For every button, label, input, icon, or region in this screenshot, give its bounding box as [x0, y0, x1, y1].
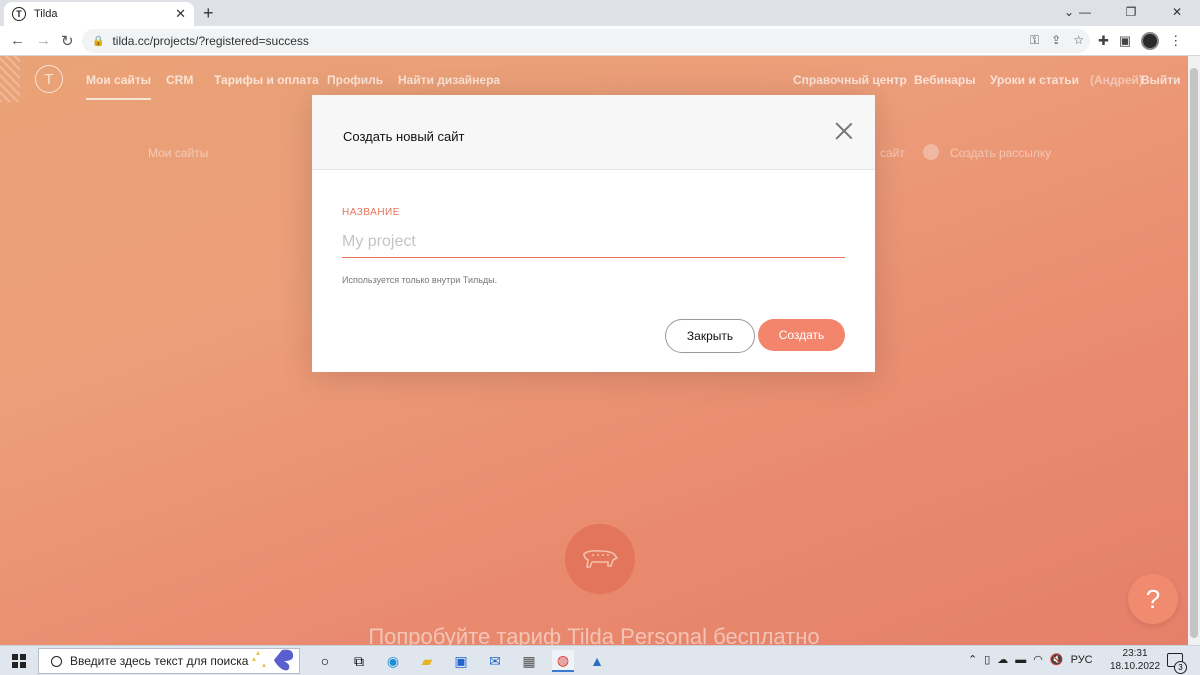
search-icon	[51, 655, 62, 667]
browser-tab[interactable]: T Tilda ✕	[4, 2, 194, 26]
tilda-logo-icon[interactable]: T	[35, 65, 63, 93]
edge-browser-icon[interactable]: ◉	[382, 650, 404, 672]
extension-area: ✚ ▣ ⋮	[1098, 32, 1182, 50]
taskbar-search-placeholder: Введите здесь текст для поиска	[70, 654, 249, 668]
forward-arrow-icon[interactable]: →	[36, 32, 51, 49]
mail-icon[interactable]: ✉	[484, 650, 506, 672]
side-panel-icon[interactable]: ▣	[1119, 33, 1131, 49]
nav-my-sites[interactable]: Мои сайты	[86, 73, 152, 100]
photos-icon[interactable]: ▲	[586, 650, 608, 672]
browser-menu-icon[interactable]: ⋮	[1169, 33, 1182, 49]
address-bar[interactable]: 🔒 tilda.cc/projects/?registered=success …	[82, 29, 1090, 53]
modal-title: Создать новый сайт	[343, 129, 465, 144]
taskbar-apps: ○ ⧉ ◉ ▰ ▣ ✉ ▦ ◍ ▲	[314, 650, 608, 672]
help-button[interactable]: ?	[1128, 574, 1178, 624]
window-controls: — ❐ ✕	[1062, 0, 1200, 26]
tray-app-icon[interactable]: ▯	[984, 653, 990, 666]
nav-profile[interactable]: Профиль	[327, 73, 383, 87]
site-name-hint: Используется только внутри Тильды.	[342, 275, 498, 285]
nav-find-designer[interactable]: Найти дизайнера	[398, 73, 500, 87]
windows-taskbar: Введите здесь текст для поиска ○ ⧉ ◉ ▰ ▣…	[0, 645, 1200, 675]
leopard-icon	[565, 524, 635, 594]
windows-start-icon[interactable]	[12, 654, 26, 668]
butterfly-illustration-icon	[252, 649, 294, 671]
task-view-icon[interactable]: ⧉	[348, 650, 370, 672]
taskbar-clock[interactable]: 23:31 18.10.2022	[1110, 647, 1160, 673]
close-icon[interactable]	[835, 122, 853, 140]
subnav-my-sites[interactable]: Мои сайты	[148, 146, 208, 160]
restore-button[interactable]: ❐	[1108, 0, 1154, 24]
notification-badge: 3	[1174, 661, 1187, 674]
url-text: tilda.cc/projects/?registered=success	[112, 34, 309, 48]
tab-close-icon[interactable]: ✕	[175, 6, 186, 22]
nav-username: (Андрей)	[1090, 73, 1143, 87]
back-arrow-icon[interactable]: ←	[10, 32, 25, 49]
create-button[interactable]: Создать	[758, 319, 845, 351]
browser-tabstrip: T Tilda ✕ + ⌄ — ❐ ✕	[0, 0, 1200, 26]
wifi-icon[interactable]: ◠	[1033, 653, 1043, 666]
create-site-modal: Создать новый сайт НАЗВАНИЕ Используется…	[312, 95, 875, 372]
close-button[interactable]: Закрыть	[665, 319, 755, 353]
extensions-puzzle-icon[interactable]: ✚	[1098, 33, 1109, 49]
browser-toolbar: ← → ↻ 🔒 tilda.cc/projects/?registered=su…	[0, 26, 1200, 56]
lock-icon: 🔒	[92, 35, 105, 47]
scrollbar-thumb[interactable]	[1190, 68, 1198, 638]
clock-time: 23:31	[1122, 648, 1148, 659]
system-tray: ⌃ ▯ ☁ ▬ ◠ 🔇 РУС	[968, 653, 1093, 667]
store-icon[interactable]: ▣	[450, 650, 472, 672]
cortana-circle-icon[interactable]: ○	[314, 650, 336, 672]
bookmark-star-icon[interactable]: ☆	[1073, 33, 1084, 48]
share-icon[interactable]: ⇪	[1051, 33, 1061, 48]
nav-tariffs[interactable]: Тарифы и оплата	[214, 73, 319, 87]
nav-webinars[interactable]: Вебинары	[914, 73, 975, 87]
tilda-favicon-icon: T	[12, 7, 26, 21]
reload-icon[interactable]: ↻	[61, 32, 74, 50]
omnibox-icons: ⚿ ⇪ ☆	[1030, 33, 1084, 48]
close-window-button[interactable]: ✕	[1154, 0, 1200, 24]
language-indicator[interactable]: РУС	[1071, 654, 1093, 666]
battery-icon[interactable]: ▬	[1015, 654, 1026, 666]
nav-crm[interactable]: CRM	[166, 73, 193, 87]
file-explorer-icon[interactable]: ▰	[416, 650, 438, 672]
nav-lessons[interactable]: Уроки и статьи	[990, 73, 1079, 87]
promo-heading: Попробуйте тариф Tilda Personal бесплатн…	[368, 624, 820, 645]
calculator-icon[interactable]: ▦	[518, 650, 540, 672]
decorative-pattern	[0, 56, 20, 102]
nav-logout[interactable]: Выйти	[1141, 73, 1181, 87]
subnav-create-mailing[interactable]: Создать рассылку	[950, 146, 1051, 160]
site-name-input[interactable]	[342, 227, 845, 258]
new-tab-button[interactable]: +	[203, 3, 214, 24]
key-icon[interactable]: ⚿	[1030, 33, 1039, 48]
chrome-icon[interactable]: ◍	[552, 650, 574, 672]
minimize-button[interactable]: —	[1062, 0, 1108, 24]
nav-help-center[interactable]: Справочный центр	[793, 73, 907, 87]
onedrive-cloud-icon[interactable]: ☁	[997, 653, 1008, 666]
volume-muted-icon[interactable]: 🔇	[1050, 653, 1064, 666]
profile-avatar[interactable]	[1141, 32, 1160, 50]
subnav-site-link[interactable]: сайт	[880, 146, 905, 160]
tab-title: Tilda	[34, 8, 58, 20]
modal-header: Создать новый сайт	[312, 95, 875, 170]
site-name-label: НАЗВАНИЕ	[342, 207, 400, 218]
plus-circle-icon[interactable]	[923, 144, 939, 160]
tray-chevron-icon[interactable]: ⌃	[968, 653, 977, 666]
clock-date: 18.10.2022	[1110, 661, 1161, 672]
